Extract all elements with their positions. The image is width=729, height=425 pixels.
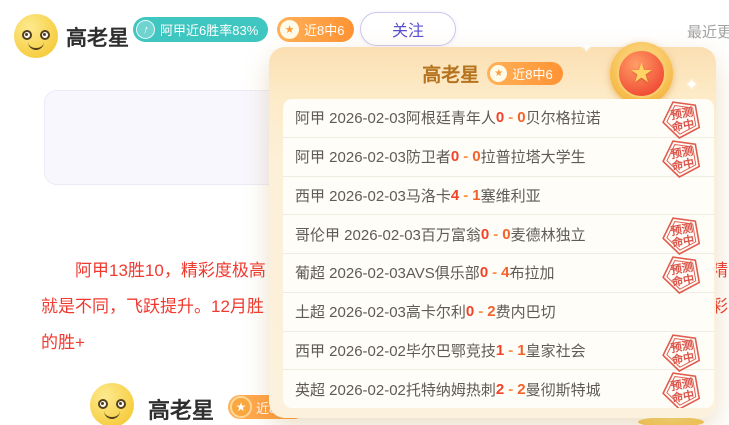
recent-update-label: 最近更 (687, 21, 729, 42)
sparkle-icon: ✦ (685, 75, 698, 95)
score-dash: - (478, 303, 483, 320)
away-score: 4 (501, 264, 509, 281)
avatar-eye-icon (40, 30, 50, 40)
star-icon: ★ (629, 58, 653, 89)
trend-up-icon: ↑ (136, 20, 155, 39)
decorative-blob (638, 417, 704, 425)
win-rate-badge-label: 阿甲近6胜率83% (160, 20, 258, 39)
match-row[interactable]: 阿甲 2026-02-03 防卫者0-0拉普拉塔大学生 预测 命中 (283, 138, 714, 177)
prediction-hit-stamp-icon: 预测 命中 (655, 134, 709, 182)
away-team: 曼彻斯特城 (526, 379, 601, 400)
avatar[interactable] (14, 14, 58, 58)
streak-badge: ★ 近8中6 (277, 17, 354, 42)
popup-title: 高老星 (422, 60, 479, 87)
home-score: 2 (496, 381, 504, 398)
away-team: 布拉加 (510, 262, 555, 283)
away-score: 2 (517, 381, 525, 398)
score-dash: - (492, 264, 497, 281)
score-dash: - (508, 381, 513, 398)
username[interactable]: 高老星 (66, 22, 129, 52)
match-row[interactable]: 哥伦甲 2026-02-03 百万富翁0-0麦德林独立 预测 命中 (283, 215, 714, 254)
away-team: 贝尔格拉诺 (526, 107, 601, 128)
match-row[interactable]: 英超 2026-02-02 托特纳姆热刺2-2曼彻斯特城 预测 命中 (283, 370, 714, 408)
match-row[interactable]: 土超 2026-02-03 高卡尔利0-2费内巴切 预测 命中 (283, 293, 714, 332)
post-text-line: 就是不同，飞跃提升。12月胜 (41, 292, 264, 317)
home-team: 托特纳姆热刺 (406, 379, 496, 400)
home-team: 马洛卡 (406, 185, 451, 206)
home-team: 阿根廷青年人 (406, 107, 496, 128)
avatar-smile-icon (104, 409, 120, 419)
follow-button[interactable]: 关注 (360, 12, 456, 46)
sparkle-icon: ✦ (581, 40, 592, 56)
match-league-date: 土超 2026-02-03 (295, 301, 406, 322)
home-team: AVS俱乐部 (406, 262, 480, 283)
post-text-line: 的胜+ (41, 328, 85, 353)
home-score: 4 (451, 187, 459, 204)
screen: 高老星 ↑ 阿甲近6胜率83% ★ 近8中6 关注 最近更 阿甲13胜10，精彩… (0, 0, 729, 425)
home-score: 1 (496, 342, 504, 359)
streak-badge: ★ 近8中6 (487, 62, 562, 85)
gold-star-medal-icon: ★ (610, 42, 673, 105)
home-score: 0 (480, 264, 488, 281)
score-dash: - (493, 226, 498, 243)
home-score: 0 (481, 226, 489, 243)
home-score: 0 (496, 109, 504, 126)
medal-inner-circle: ★ (617, 49, 666, 98)
away-score: 2 (487, 303, 495, 320)
match-league-date: 西甲 2026-02-02 (295, 340, 406, 361)
avatar-eye-icon (116, 399, 126, 409)
post-text-line: 阿甲13胜10，精彩度极高 (75, 256, 266, 281)
match-row[interactable]: 西甲 2026-02-03 马洛卡4-1塞维利亚 预测 命中 (283, 177, 714, 216)
prediction-hit-stamp-icon: 预测 命中 (655, 366, 709, 408)
avatar-smile-icon (28, 40, 44, 50)
match-row[interactable]: 阿甲 2026-02-03 阿根廷青年人0-0贝尔格拉诺 预测 命中 (283, 99, 714, 138)
away-score: 1 (472, 187, 480, 204)
match-league-date: 西甲 2026-02-03 (295, 185, 406, 206)
away-team: 皇家社会 (526, 340, 586, 361)
away-score: 0 (502, 226, 510, 243)
streak-badge-label: 近8中6 (512, 64, 552, 83)
away-team: 拉普拉塔大学生 (481, 146, 586, 167)
win-rate-badge: ↑ 阿甲近6胜率83% (133, 17, 268, 42)
star-icon: ★ (230, 396, 252, 418)
home-team: 毕尔巴鄂竞技 (406, 340, 496, 361)
match-league-date: 阿甲 2026-02-03 (295, 146, 406, 167)
away-score: 1 (517, 342, 525, 359)
match-row[interactable]: 葡超 2026-02-03 AVS俱乐部0-4布拉加 预测 命中 (283, 254, 714, 293)
score-dash: - (508, 109, 513, 126)
away-team: 塞维利亚 (481, 185, 541, 206)
match-league-date: 哥伦甲 2026-02-03 (295, 224, 421, 245)
home-score: 0 (466, 303, 474, 320)
away-score: 0 (472, 148, 480, 165)
prediction-hit-stamp-icon: 预测 命中 (655, 250, 709, 298)
away-team: 麦德林独立 (511, 224, 586, 245)
match-league-date: 葡超 2026-02-03 (295, 262, 406, 283)
score-dash: - (508, 342, 513, 359)
streak-badge-label: 近8中6 (304, 20, 344, 39)
prediction-popup: 高老星 ★ 近8中6 ✦ ★ ✦ 阿甲 2026-02-03 阿根廷青年人0-0… (269, 47, 716, 418)
avatar[interactable] (90, 383, 134, 425)
home-team: 高卡尔利 (406, 301, 466, 322)
star-icon: ★ (280, 20, 299, 39)
home-team: 百万富翁 (421, 224, 481, 245)
home-team: 防卫者 (406, 146, 451, 167)
avatar-eye-icon (22, 30, 32, 40)
home-score: 0 (451, 148, 459, 165)
star-icon: ★ (490, 65, 507, 82)
score-dash: - (463, 148, 468, 165)
match-list: 阿甲 2026-02-03 阿根廷青年人0-0贝尔格拉诺 预测 命中 阿甲 20… (283, 99, 714, 408)
away-team: 费内巴切 (496, 301, 556, 322)
avatar-eye-icon (98, 399, 108, 409)
match-league-date: 阿甲 2026-02-03 (295, 107, 406, 128)
away-score: 0 (517, 109, 525, 126)
match-league-date: 英超 2026-02-02 (295, 379, 406, 400)
username[interactable]: 高老星 (148, 393, 214, 425)
score-dash: - (463, 187, 468, 204)
match-row[interactable]: 西甲 2026-02-02 毕尔巴鄂竞技1-1皇家社会 预测 命中 (283, 332, 714, 371)
